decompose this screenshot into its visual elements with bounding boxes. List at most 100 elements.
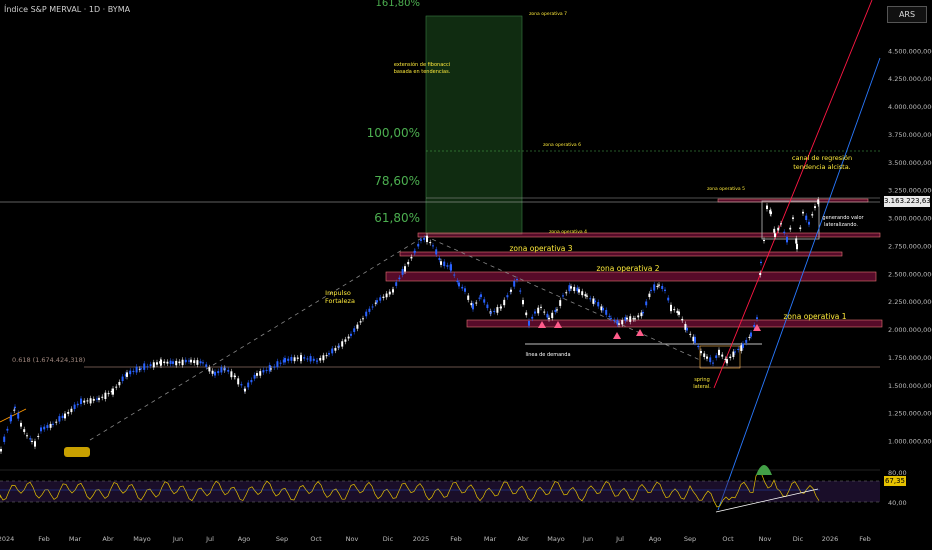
time-tick: 2025 <box>413 535 430 543</box>
impulse-dashed-line <box>89 235 426 441</box>
candle-body <box>199 361 202 364</box>
candle-body <box>362 318 364 320</box>
price-tick: 1.750.000,000 <box>888 354 932 362</box>
candle-body <box>76 403 79 406</box>
candle-body <box>786 236 788 243</box>
candle-body <box>140 368 142 370</box>
price-tick: 2.750.000,000 <box>888 242 932 250</box>
candle-body <box>513 281 516 287</box>
candle-body <box>420 239 422 241</box>
label-channel-2: tendencia alcista. <box>793 163 851 171</box>
candle-body <box>670 304 672 312</box>
candle-body <box>17 412 20 419</box>
chart-canvas[interactable]: 161,80% 100,00% 78,60% 61,80% zona operativa… <box>0 0 932 550</box>
candle-body <box>586 295 588 297</box>
candle-body <box>303 357 306 359</box>
candle-body <box>83 400 86 403</box>
candle-body <box>300 355 302 362</box>
candle-body <box>799 227 802 229</box>
candle-body <box>522 300 524 305</box>
time-tick: Dic <box>383 535 394 543</box>
candle-body <box>581 291 584 296</box>
candle-body <box>486 304 489 309</box>
candle-body <box>211 370 214 374</box>
time-tick: Jun <box>172 535 183 543</box>
time-tick: Sep <box>276 535 288 543</box>
candle-body <box>121 376 124 382</box>
candle-body <box>3 436 6 442</box>
candle-body <box>395 282 398 286</box>
candle-body <box>34 441 36 447</box>
candle-body <box>608 315 611 317</box>
time-tick: Feb <box>859 535 871 543</box>
candle-body <box>453 274 456 276</box>
candle-body <box>276 361 279 368</box>
candle-body <box>709 357 712 363</box>
candle-body <box>290 357 293 361</box>
candle-body <box>525 312 528 316</box>
candle-body <box>160 359 162 366</box>
candle-body <box>14 406 16 409</box>
candle-body <box>388 291 391 295</box>
candle-body <box>230 371 233 378</box>
candle-body <box>602 307 604 311</box>
time-tick: Sep <box>684 535 696 543</box>
candle-body <box>262 370 265 373</box>
label-zona-1: zona operativa 1 <box>783 312 846 321</box>
candle-body <box>385 293 388 298</box>
currency-button[interactable]: ARS <box>887 6 927 23</box>
rsi-40-tick: 40,00 <box>888 499 907 507</box>
candle-body <box>650 289 652 291</box>
candle-body <box>306 358 309 360</box>
candle-body <box>214 371 216 376</box>
time-tick: Feb <box>38 535 50 543</box>
time-tick: Mar <box>69 535 82 543</box>
candle-body <box>166 361 169 364</box>
candle-body <box>438 258 441 260</box>
candle-body <box>642 311 644 314</box>
fib-786-label: 78,60% <box>374 174 420 188</box>
candle-body <box>273 366 276 368</box>
candle-body <box>531 316 534 319</box>
candle-body <box>721 354 724 357</box>
candle-body <box>756 317 758 319</box>
candle-body <box>205 364 208 367</box>
candle-body <box>10 414 12 421</box>
candle-body <box>729 356 732 359</box>
candle-body <box>506 295 509 298</box>
fib-100-label: 100,00% <box>367 126 420 140</box>
candle-body <box>43 426 46 430</box>
candle-body <box>312 358 315 361</box>
candle-body <box>792 217 794 219</box>
fib-extension-box <box>425 15 523 235</box>
candle-body <box>149 364 152 366</box>
candle-body <box>613 320 616 322</box>
time-tick: Dic <box>793 535 804 543</box>
candle-body <box>805 215 808 221</box>
candle-body <box>458 282 460 287</box>
candle-body <box>432 245 434 247</box>
candle-body <box>175 360 178 366</box>
candle-body <box>629 316 632 322</box>
candle-body <box>681 318 684 321</box>
candle-body <box>808 221 810 225</box>
candle-body <box>760 261 762 264</box>
candle-body <box>156 362 158 365</box>
candle-body <box>96 398 98 400</box>
price-tick: 2.000.000,000 <box>888 326 932 334</box>
candle-body <box>435 249 438 255</box>
candle-body <box>817 199 820 205</box>
candle-body <box>247 382 250 388</box>
candle-body <box>143 363 146 370</box>
candle-body <box>594 300 596 303</box>
candle-body <box>565 292 568 294</box>
time-tick: Jul <box>615 535 624 543</box>
time-tick: Feb <box>450 535 462 543</box>
candle-body <box>503 299 506 306</box>
time-tick: Ago <box>649 535 662 543</box>
candle-body <box>783 231 786 233</box>
candle-body <box>766 205 768 210</box>
candle-body <box>605 309 608 315</box>
candle-body <box>490 312 492 314</box>
candle-body <box>347 336 350 339</box>
